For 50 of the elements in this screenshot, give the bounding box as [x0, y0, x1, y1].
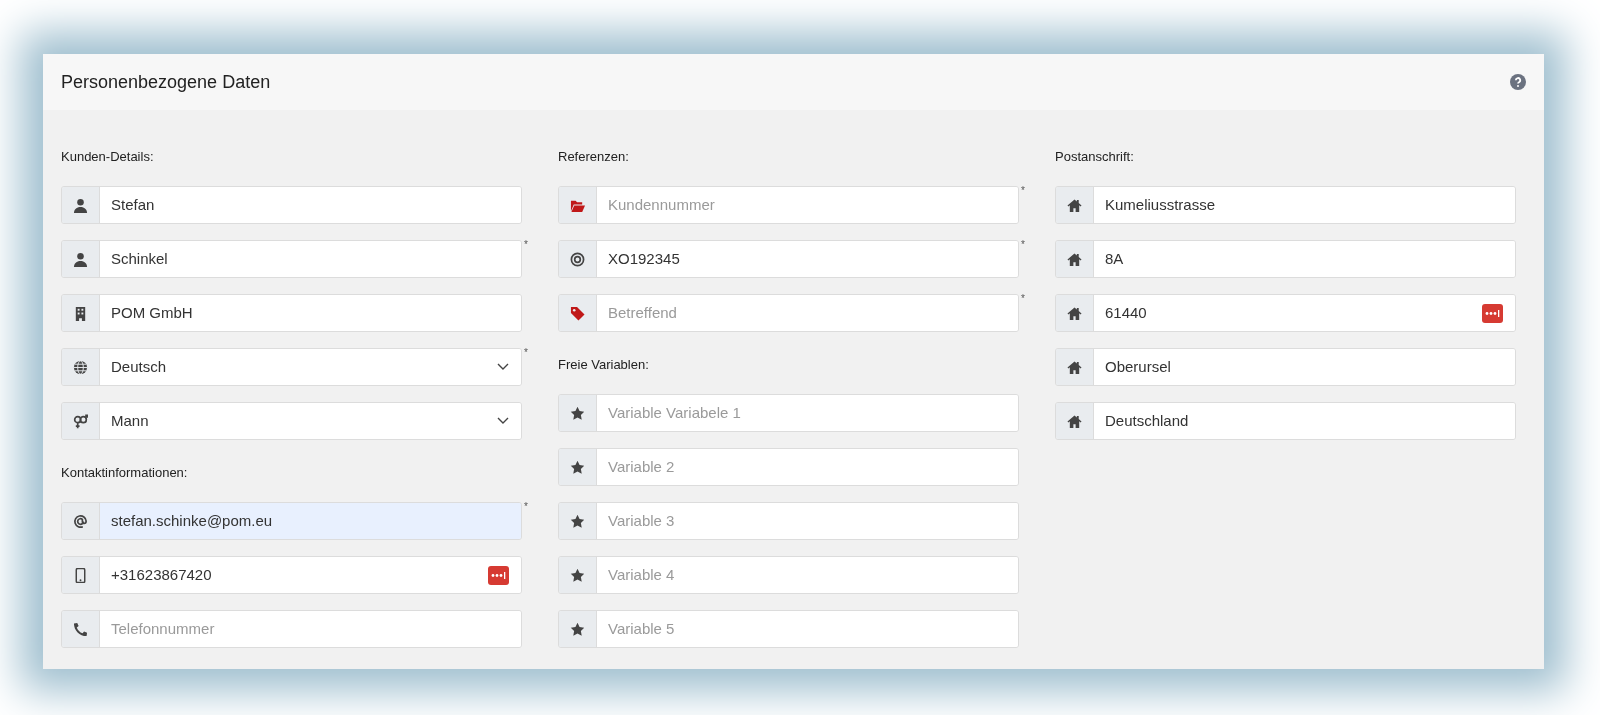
input-field[interactable]: POM GmbH — [61, 294, 522, 332]
gender-icon — [73, 413, 88, 429]
person-icon — [73, 197, 88, 213]
at-sign-icon — [73, 513, 88, 529]
house-icon — [1067, 305, 1082, 321]
star-icon — [570, 405, 585, 421]
required-marker: * — [1021, 240, 1025, 250]
house-icon — [1067, 359, 1082, 375]
star-icon — [570, 513, 585, 529]
input-field[interactable]: stefan.schinke@pom.eu — [61, 502, 522, 540]
input-field[interactable]: Stefan — [61, 186, 522, 224]
section-label: Kunden-Details: — [61, 148, 155, 166]
section-label: Freie Variablen: — [558, 356, 650, 374]
section-label: Referenzen: — [558, 148, 630, 166]
house-icon — [1067, 197, 1082, 213]
tag-icon — [570, 305, 585, 321]
chevron-down-icon — [497, 363, 509, 371]
star-icon — [570, 459, 585, 475]
input-field[interactable]: Schinkel — [61, 240, 522, 278]
target-icon — [570, 251, 585, 267]
required-marker: * — [1021, 186, 1025, 196]
house-icon — [1067, 413, 1082, 429]
required-marker: * — [524, 240, 528, 250]
required-marker: * — [1021, 294, 1025, 304]
star-icon — [570, 621, 585, 637]
input-field[interactable]: +31623867420 — [61, 556, 522, 594]
section-label: Kontaktinformationen: — [61, 464, 189, 482]
chevron-down-icon — [497, 417, 509, 425]
input-field[interactable]: Kumeliusstrasse — [1055, 186, 1516, 224]
select-field[interactable]: Deutsch — [61, 348, 522, 386]
mobile-phone-icon — [73, 567, 88, 583]
phone-icon — [73, 621, 88, 637]
input-field[interactable]: 61440 — [1055, 294, 1516, 332]
password-manager-icon[interactable] — [1482, 303, 1503, 323]
help-icon[interactable] — [1510, 74, 1526, 90]
building-icon — [73, 305, 88, 321]
section-label: Postanschrift: — [1055, 148, 1135, 166]
required-marker: * — [524, 502, 528, 512]
input-field[interactable]: Deutschland — [1055, 402, 1516, 440]
person-icon — [73, 251, 88, 267]
password-manager-icon[interactable] — [488, 565, 509, 585]
star-icon — [570, 567, 585, 583]
select-field[interactable]: Mann — [61, 402, 522, 440]
input-field[interactable]: Oberursel — [1055, 348, 1516, 386]
input-field[interactable]: XO192345 — [558, 240, 1019, 278]
house-icon — [1067, 251, 1082, 267]
input-field[interactable]: 8A — [1055, 240, 1516, 278]
required-marker: * — [524, 348, 528, 358]
panel-title: Personenbezogene Daten — [61, 70, 271, 94]
globe-icon — [73, 359, 88, 375]
